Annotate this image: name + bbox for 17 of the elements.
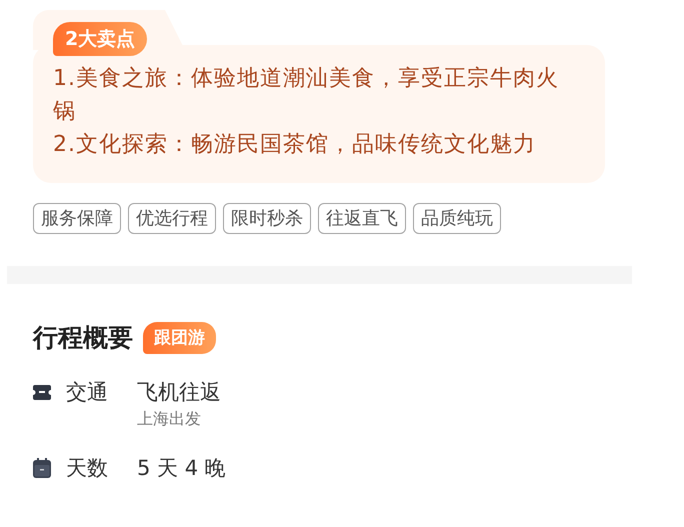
calendar-icon [33,458,51,478]
highlight-text: 1.美食之旅：体验地道潮汕美食，享受正宗牛肉火锅 [53,65,560,126]
info-label: 交通 [66,379,109,406]
info-note: 上海出发 [137,408,202,430]
ticket-icon [33,384,51,400]
tour-type-badge: 跟团游 [143,322,216,354]
service-tag: 限时秒杀 [223,203,311,234]
info-value: 飞机往返 [137,379,222,406]
info-label: 天数 [66,455,109,482]
service-tag: 品质纯玩 [413,203,501,234]
highlights-badge: 2大卖点 [53,22,148,56]
service-tag: 服务保障 [33,203,121,234]
highlight-text: 2.文化探索：畅游民国茶馆，品味传统文化魅力 [53,131,537,159]
service-tag: 往返直飞 [318,203,406,234]
section-title: 行程概要 [33,322,133,354]
service-tag: 优选行程 [128,203,216,234]
info-value: 5 天 4 晚 [137,455,227,482]
